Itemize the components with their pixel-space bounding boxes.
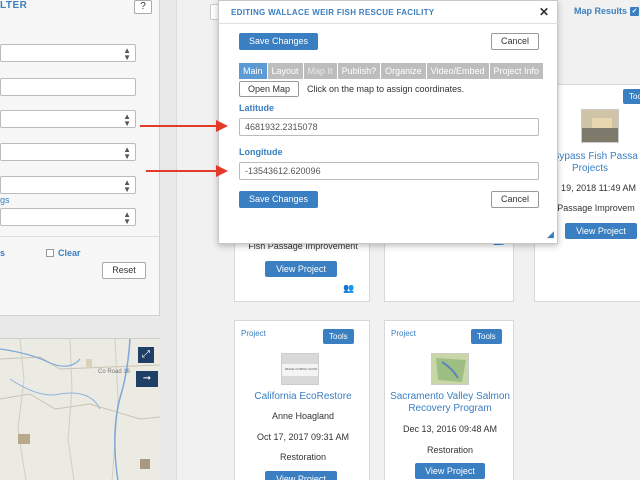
select-caret-icon: ▲ ▼: [123, 112, 131, 128]
filter-tags-label: gs: [0, 195, 10, 205]
close-icon[interactable]: ✕: [539, 5, 549, 19]
clear-label: Clear: [58, 248, 81, 258]
tools-button[interactable]: Tools: [471, 329, 502, 344]
map-results-label: Map Results: [574, 6, 628, 16]
tab-layout[interactable]: Layout: [267, 63, 304, 79]
reset-button[interactable]: Reset: [102, 262, 146, 279]
tools-button[interactable]: Tools: [623, 89, 640, 104]
card-category: Restoration: [279, 452, 327, 462]
project-card-d: Project Tools Sacramento Valley Salmon R…: [384, 320, 514, 480]
project-thumbnail: IMAGE COMING SOON: [281, 353, 319, 385]
card-author: Anne Hoagland: [271, 411, 335, 421]
tab-main[interactable]: Main: [239, 63, 268, 79]
arrow-right-icon[interactable]: ➞: [136, 371, 158, 387]
card-title[interactable]: Sacramento Valley Salmon Recovery Progra…: [385, 391, 515, 415]
cancel-button-top[interactable]: Cancel: [491, 33, 539, 50]
card-category: Restoration: [426, 445, 474, 455]
project-card-c: Project Tools IMAGE COMING SOON Californ…: [234, 320, 370, 480]
modal-header-divider: [219, 23, 559, 24]
select-caret-icon: ▲ ▼: [123, 178, 131, 194]
assign-coordinates-note: Click on the map to assign coordinates.: [307, 84, 465, 94]
open-map-button[interactable]: Open Map: [239, 81, 299, 97]
tools-button[interactable]: Tools: [323, 329, 354, 344]
view-project-button[interactable]: View Project: [565, 223, 637, 239]
map-results-toggle[interactable]: Map Results ✓: [574, 6, 640, 16]
tab-publish[interactable]: Publish?: [337, 63, 382, 79]
select-caret-icon: ▲ ▼: [123, 210, 131, 226]
thumb-placeholder-text: IMAGE COMING SOON: [284, 367, 318, 371]
latitude-input[interactable]: 4681932.2315078: [239, 118, 539, 136]
arrow-latitude-icon: [140, 120, 228, 132]
select-caret-icon: ▲ ▼: [123, 145, 131, 161]
filter-select-3[interactable]: ▲ ▼: [0, 143, 136, 161]
filter-divider: [0, 236, 160, 237]
road-label: Co Road 16: [98, 369, 131, 375]
filter-option-label: s: [0, 248, 6, 258]
filter-select-2[interactable]: ▲ ▼: [0, 110, 136, 128]
view-project-button[interactable]: View Project: [265, 261, 337, 277]
project-thumbnail: [581, 109, 619, 143]
longitude-input[interactable]: -13543612.620096: [239, 162, 539, 180]
card-title[interactable]: California EcoRestore: [235, 391, 371, 403]
tab-organize[interactable]: Organize: [381, 63, 427, 79]
card-date: Dec 13, 2016 09:48 AM: [402, 424, 498, 434]
resize-handle-icon[interactable]: ◢: [547, 229, 554, 240]
longitude-label: Longitude: [239, 147, 283, 157]
modal-tabs: Main Layout Map It Publish? Organize Video/Em…: [239, 63, 545, 79]
arrow-longitude-icon: [146, 165, 228, 177]
save-changes-button-top[interactable]: Save Changes: [239, 33, 319, 50]
latitude-label: Latitude: [239, 103, 274, 113]
tab-project-info[interactable]: Project Info: [489, 63, 545, 79]
expand-icon[interactable]: ⤢: [138, 347, 154, 363]
filter-panel: LTER ? ▲ ▼ ▲ ▼ ▲ ▼ ▲ ▼ gs ▲ ▼ s Clear Reset: [0, 0, 160, 316]
filter-select-1[interactable]: ▲ ▼: [0, 44, 136, 62]
checkmark-icon[interactable]: ✓: [630, 6, 640, 16]
card-type-label: Project: [241, 329, 266, 338]
select-caret-icon: ▲ ▼: [123, 46, 131, 62]
filter-select-5[interactable]: ▲ ▼: [0, 208, 136, 226]
tab-map-it[interactable]: Map It: [303, 63, 338, 79]
card-date: Oct 17, 2017 09:31 AM: [256, 432, 350, 442]
map-canvas: [0, 339, 160, 480]
users-icon: 👥: [343, 283, 355, 293]
map-view[interactable]: Co Road 16 ⤢ ➞: [0, 338, 160, 480]
edit-project-modal: EDITING WALLACE WEIR FISH RESCUE FACILIT…: [218, 0, 559, 244]
filter-select-4[interactable]: ▲ ▼: [0, 176, 136, 194]
card-type-label: Project: [391, 329, 416, 338]
project-thumbnail: [431, 353, 469, 385]
tab-video-embed[interactable]: Video/Embed: [426, 63, 490, 79]
clear-checkbox[interactable]: Clear: [46, 248, 81, 258]
modal-title: EDITING WALLACE WEIR FISH RESCUE FACILIT…: [231, 8, 435, 17]
save-changes-button-bottom[interactable]: Save Changes: [239, 191, 319, 208]
filter-title: LTER: [0, 0, 28, 11]
help-button[interactable]: ?: [134, 0, 152, 14]
cancel-button-bottom[interactable]: Cancel: [491, 191, 539, 208]
checkbox-icon[interactable]: [46, 249, 54, 257]
view-project-button[interactable]: View Project: [415, 463, 485, 479]
view-project-button[interactable]: View Project: [265, 471, 337, 480]
filter-text-input[interactable]: [0, 78, 136, 96]
